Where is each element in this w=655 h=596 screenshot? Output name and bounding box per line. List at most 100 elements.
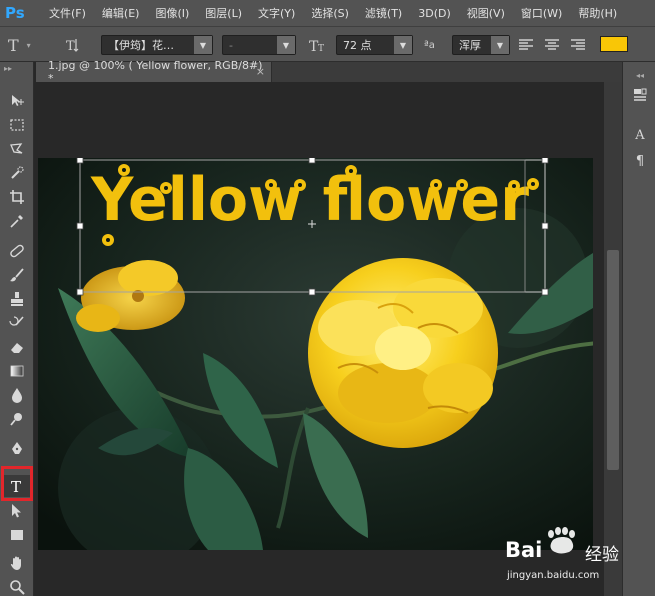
chevron-down-icon: ▼ — [194, 36, 212, 54]
font-style-value: - — [229, 38, 233, 52]
menu-layer[interactable]: 图层(L) — [197, 5, 250, 21]
close-icon[interactable]: × — [256, 65, 265, 78]
pen-icon — [12, 442, 22, 454]
options-bar: T ▾ T 【伊筠】花… ▼ - ▼ T T 72 点 ▼ ªa 浑厚 ▼ — [0, 26, 655, 62]
history-brush-icon — [9, 316, 24, 326]
dodge-icon — [10, 413, 22, 426]
chevron-down-icon: ▼ — [277, 36, 295, 54]
brush-icon — [10, 268, 24, 282]
watermark-brand-suffix: 经验 — [585, 545, 619, 565]
font-style-select[interactable]: - ▼ — [222, 35, 296, 55]
toggle-orientation-button[interactable]: T — [64, 35, 82, 55]
antialias-select[interactable]: 浑厚 ▼ — [452, 35, 510, 55]
stamp-icon — [11, 292, 23, 306]
healing-icon — [10, 244, 24, 258]
font-size-icon: T T — [308, 35, 328, 55]
type-tool-preset-icon: T — [8, 35, 19, 55]
rectangle-icon — [11, 530, 23, 540]
zoom-icon — [10, 580, 25, 595]
tools-panel: ▸▸ T — [0, 62, 34, 596]
type-tool-highlight-box — [1, 466, 33, 501]
vertical-scrollbar[interactable] — [604, 82, 622, 596]
crop-tool[interactable] — [4, 186, 30, 208]
dodge-tool[interactable] — [4, 408, 30, 430]
svg-text:T: T — [66, 39, 75, 54]
menu-3d[interactable]: 3D(D) — [410, 7, 459, 20]
baidu-watermark: Bai 经验 jingyan.baidu.com — [503, 526, 653, 594]
text-color-swatch[interactable] — [600, 36, 628, 52]
menu-window[interactable]: 窗口(W) — [513, 5, 570, 21]
orientation-icon: T — [66, 39, 79, 54]
scrollbar-thumb[interactable] — [607, 250, 619, 470]
gradient-tool[interactable] — [4, 360, 30, 382]
eyedropper-tool[interactable] — [4, 210, 30, 232]
ps-logo: Ps — [5, 4, 25, 22]
hand-tool[interactable] — [4, 552, 30, 574]
watermark-brand: Bai — [505, 538, 543, 562]
healing-brush-tool[interactable] — [4, 240, 30, 262]
right-panel-dock: ◂◂ A ¶ — [622, 62, 655, 596]
document-tab-strip: 1.jpg @ 100% ( Yellow flower, RGB/8#) * … — [36, 59, 622, 85]
chevron-down-icon: ▾ — [26, 40, 31, 50]
text-layer-overlay[interactable]: Yellow flower — [38, 158, 593, 550]
menu-file[interactable]: 文件(F) — [41, 5, 94, 21]
quick-select-icon — [11, 166, 24, 179]
menu-select[interactable]: 选择(S) — [303, 5, 357, 21]
canvas-workspace[interactable]: Yellow flower — [35, 82, 606, 596]
align-center-button[interactable] — [544, 35, 560, 55]
gradient-icon — [10, 365, 24, 377]
marquee-tool[interactable] — [4, 114, 30, 136]
path-selection-tool[interactable] — [4, 500, 30, 522]
menu-filter[interactable]: 滤镜(T) — [357, 5, 410, 21]
align-right-icon — [571, 39, 585, 50]
paragraph-panel-button[interactable]: ¶ — [629, 150, 651, 172]
blur-tool[interactable] — [4, 384, 30, 406]
document-tab[interactable]: 1.jpg @ 100% ( Yellow flower, RGB/8#) * … — [36, 59, 272, 85]
layer-comps-icon — [634, 88, 647, 101]
antialias-value: 浑厚 — [459, 39, 481, 52]
svg-text:T: T — [318, 44, 324, 54]
font-family-value: 【伊筠】花… — [108, 39, 174, 52]
menu-edit[interactable]: 编辑(E) — [94, 5, 148, 21]
move-tool[interactable] — [4, 90, 30, 112]
character-panel-button[interactable]: A — [629, 124, 651, 146]
align-center-icon — [545, 39, 559, 50]
marquee-icon — [10, 119, 24, 131]
rectangle-tool[interactable] — [4, 524, 30, 546]
document-canvas[interactable]: Yellow flower — [38, 158, 593, 550]
menu-bar: Ps 文件(F) 编辑(E) 图像(I) 图层(L) 文字(Y) 选择(S) 滤… — [0, 0, 655, 26]
tool-preset-picker[interactable]: T ▾ — [8, 35, 31, 55]
zoom-tool[interactable] — [4, 576, 30, 596]
pen-tool[interactable] — [4, 438, 30, 460]
panel-grip-icon[interactable]: ▸▸ — [4, 64, 12, 73]
quick-select-tool[interactable] — [4, 162, 30, 184]
lasso-icon — [10, 143, 23, 154]
font-size-select[interactable]: 72 点 ▼ — [336, 35, 413, 55]
eyedropper-icon — [10, 215, 23, 228]
crop-icon — [10, 190, 24, 204]
eraser-tool[interactable] — [4, 336, 30, 358]
clone-stamp-tool[interactable] — [4, 288, 30, 310]
move-icon — [12, 95, 24, 106]
path-select-icon — [12, 504, 21, 518]
dock-collapse-icon[interactable]: ◂◂ — [629, 64, 651, 86]
brush-tool[interactable] — [4, 264, 30, 286]
font-family-select[interactable]: 【伊筠】花… ▼ — [101, 35, 213, 55]
eraser-icon — [11, 343, 23, 353]
hand-icon — [10, 556, 21, 570]
menu-help[interactable]: 帮助(H) — [570, 5, 625, 21]
align-left-icon — [519, 39, 533, 50]
watermark-url: jingyan.baidu.com — [507, 570, 600, 581]
menu-image[interactable]: 图像(I) — [147, 5, 197, 21]
align-left-button[interactable] — [518, 35, 534, 55]
layer-comps-button[interactable] — [629, 84, 651, 106]
antialias-icon: ªa — [424, 39, 435, 51]
history-brush-tool[interactable] — [4, 312, 30, 334]
lasso-tool[interactable] — [4, 138, 30, 160]
menu-view[interactable]: 视图(V) — [459, 5, 513, 21]
menu-type[interactable]: 文字(Y) — [250, 5, 303, 21]
align-right-button[interactable] — [570, 35, 586, 55]
blur-icon — [12, 388, 22, 403]
chevron-down-icon: ▼ — [491, 36, 509, 54]
chevron-down-icon: ▼ — [394, 36, 412, 54]
